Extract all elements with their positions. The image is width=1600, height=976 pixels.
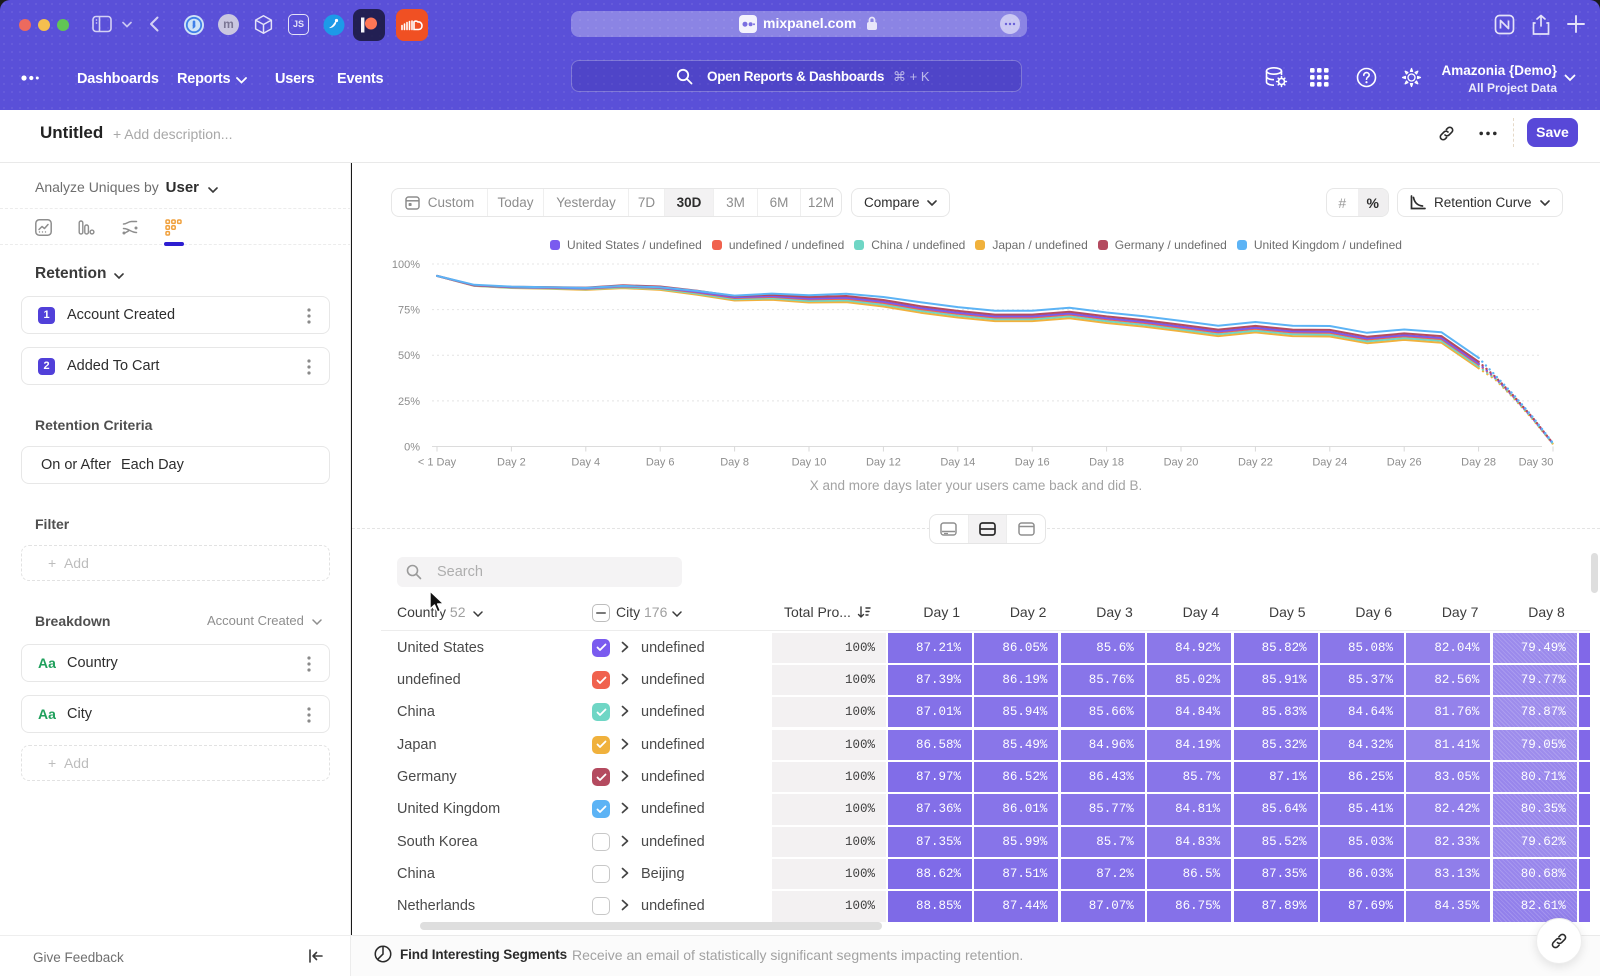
svg-text:50%: 50%: [398, 350, 420, 362]
svg-text:Day 24: Day 24: [1312, 457, 1347, 469]
svg-text:Day 28: Day 28: [1461, 457, 1496, 469]
svg-text:Day 22: Day 22: [1238, 457, 1273, 469]
svg-text:< 1 Day: < 1 Day: [418, 457, 457, 469]
svg-text:100%: 100%: [392, 259, 420, 271]
svg-text:Day 30: Day 30: [1519, 457, 1554, 469]
svg-text:Day 20: Day 20: [1164, 457, 1199, 469]
svg-text:Day 4: Day 4: [571, 457, 600, 469]
svg-text:Day 26: Day 26: [1387, 457, 1422, 469]
svg-text:Day 12: Day 12: [866, 457, 901, 469]
svg-text:Day 6: Day 6: [646, 457, 675, 469]
svg-text:0%: 0%: [404, 442, 420, 454]
svg-text:Day 2: Day 2: [497, 457, 526, 469]
svg-text:Day 16: Day 16: [1015, 457, 1050, 469]
svg-text:Day 10: Day 10: [792, 457, 827, 469]
svg-text:Day 8: Day 8: [720, 457, 749, 469]
svg-text:75%: 75%: [398, 305, 420, 317]
svg-text:Day 14: Day 14: [940, 457, 975, 469]
svg-text:25%: 25%: [398, 396, 420, 408]
svg-text:Day 18: Day 18: [1089, 457, 1124, 469]
